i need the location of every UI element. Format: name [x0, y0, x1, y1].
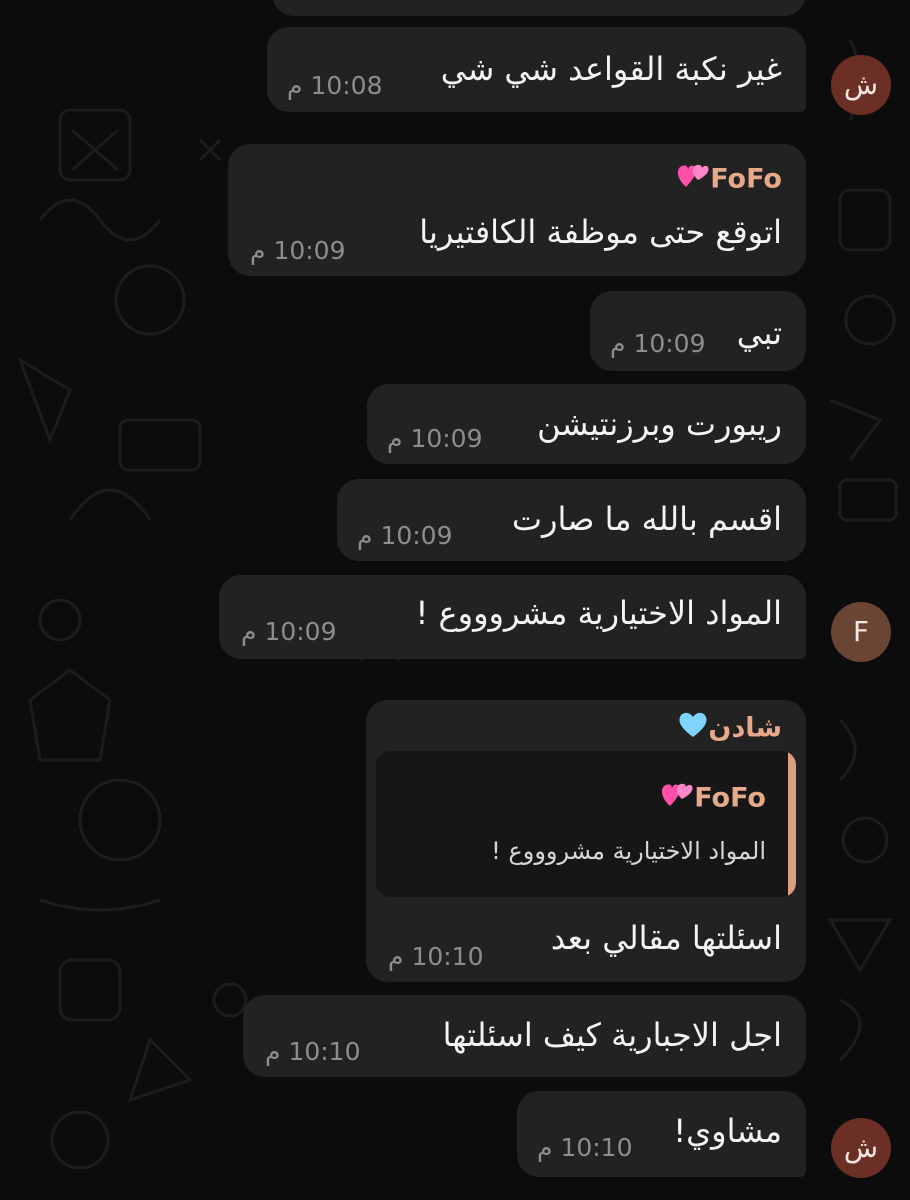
avatar[interactable]: ش — [831, 1118, 891, 1178]
message-time: 10:09 م — [357, 521, 453, 550]
sender-name[interactable]: FoFo — [672, 160, 782, 199]
message-bubble[interactable]: FoFo اتوقع حتى موظفة الكافتيريا 10:09 م — [228, 144, 806, 276]
message-time: 10:10 م — [388, 942, 484, 971]
message-bubble[interactable]: اقسم بالله ما صارت 10:09 م — [337, 479, 806, 561]
message-bubble-partial — [272, 0, 806, 16]
message-time: 10:10 م — [537, 1133, 633, 1162]
message-bubble[interactable]: شادن FoFo المواد الاختيارية مشروووع ! اس… — [366, 700, 806, 982]
message-text: اجل الاجبارية كيف اسئلتها — [442, 1016, 782, 1054]
reply-sender: FoFo — [656, 779, 766, 818]
message-time: 10:10 م — [265, 1037, 361, 1066]
message-time: 10:09 م — [250, 236, 346, 265]
reply-quote[interactable]: FoFo المواد الاختيارية مشروووع ! — [376, 751, 796, 897]
message-time: 10:08 م — [287, 71, 383, 100]
avatar[interactable]: F — [831, 602, 891, 662]
hearts-icon — [676, 160, 710, 199]
message-bubble[interactable]: اجل الاجبارية كيف اسئلتها 10:10 م — [243, 995, 806, 1077]
message-text: ريبورت وبرزنتيشن — [537, 405, 782, 443]
message-text: اسئلتها مقالي بعد — [550, 919, 782, 957]
reply-text: المواد الاختيارية مشروووع ! — [491, 837, 766, 865]
reply-bar — [788, 751, 796, 897]
message-text: مشاوي! — [673, 1112, 782, 1150]
message-text: المواد الاختيارية مشروووع ! — [415, 594, 782, 632]
message-text: غير نكبة القواعد شي شي — [440, 50, 782, 88]
message-time: 10:09 م — [241, 617, 337, 646]
message-bubble[interactable]: تبي 10:09 م — [590, 291, 806, 371]
blue-heart-icon — [678, 710, 708, 747]
message-text: اتوقع حتى موظفة الكافتيريا — [419, 213, 782, 251]
message-bubble[interactable]: مشاوي! 10:10 م — [517, 1091, 806, 1177]
message-time: 10:09 م — [387, 424, 483, 453]
message-bubble[interactable]: ريبورت وبرزنتيشن 10:09 م — [367, 384, 806, 464]
hearts-icon — [660, 779, 694, 818]
sender-name[interactable]: شادن — [674, 710, 782, 747]
message-time: 10:09 م — [610, 329, 706, 358]
avatar[interactable]: ش — [831, 55, 891, 115]
message-text: اقسم بالله ما صارت — [511, 500, 782, 538]
message-bubble[interactable]: المواد الاختيارية مشروووع ! 10:09 م — [219, 575, 806, 659]
message-bubble[interactable]: غير نكبة القواعد شي شي 10:08 م — [267, 27, 806, 112]
message-text: تبي — [736, 314, 782, 352]
